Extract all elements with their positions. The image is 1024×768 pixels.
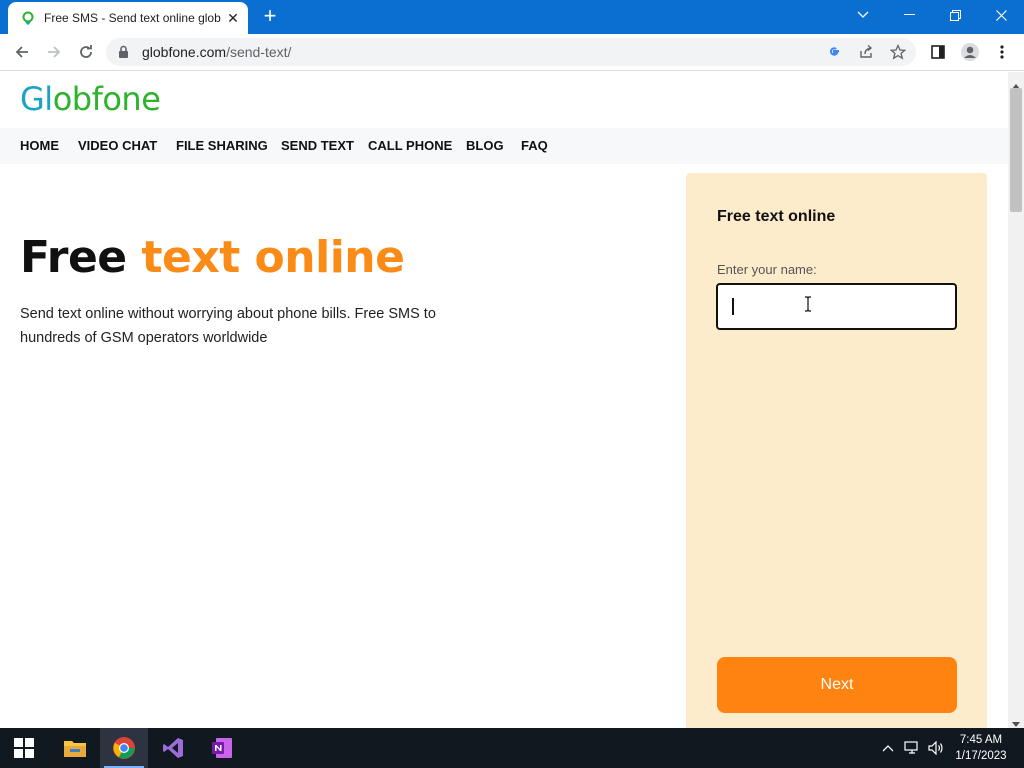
- globfone-favicon-icon: [21, 11, 35, 26]
- site-nav: HOME VIDEO CHAT FILE SHARING SEND TEXT C…: [0, 128, 1008, 164]
- browser-menu-button[interactable]: [990, 40, 1014, 64]
- hero-title-word2: text online: [141, 232, 405, 283]
- start-button[interactable]: [0, 728, 48, 768]
- address-bar[interactable]: globfone.com/send-text/: [106, 38, 916, 66]
- chevron-down-icon: [857, 11, 869, 18]
- kebab-menu-icon: [1000, 45, 1004, 59]
- browser-toolbar: globfone.com/send-text/: [0, 34, 1024, 71]
- tab-title: Free SMS - Send text online glob: [44, 11, 221, 25]
- chrome-icon: [113, 737, 135, 759]
- windows-taskbar: 7:45 AM 1/17/2023: [0, 728, 1024, 768]
- new-tab-button[interactable]: +: [258, 5, 282, 29]
- side-panel-button[interactable]: [926, 40, 950, 64]
- profile-button[interactable]: [958, 40, 982, 64]
- hero-title: Free text online: [20, 232, 405, 283]
- minimize-button[interactable]: [886, 0, 932, 30]
- clock-date: 1/17/2023: [955, 750, 1007, 762]
- page-scrollbar[interactable]: [1008, 72, 1024, 728]
- browser-titlebar: Free SMS - Send text online glob ✕ +: [0, 0, 1024, 34]
- folder-icon: [64, 741, 86, 757]
- hero-title-word1: Free: [20, 232, 127, 283]
- close-icon: [995, 9, 1007, 21]
- globfone-logo[interactable]: Globfone: [20, 80, 161, 118]
- nav-file-sharing[interactable]: FILE SHARING: [176, 138, 268, 153]
- tab-close-icon[interactable]: ✕: [224, 9, 242, 27]
- show-hidden-icons-icon[interactable]: [880, 740, 896, 756]
- logo-text-part2: o: [52, 80, 73, 118]
- forward-button[interactable]: [41, 39, 67, 65]
- url-path: /send-text/: [226, 44, 292, 60]
- url-text[interactable]: globfone.com/send-text/: [142, 44, 291, 60]
- nav-send-text[interactable]: SEND TEXT: [281, 138, 354, 153]
- scroll-up-icon[interactable]: [1012, 76, 1020, 89]
- minimize-icon: [903, 14, 915, 15]
- taskbar-clock[interactable]: 7:45 AM 1/17/2023: [952, 732, 1010, 764]
- text-cursor-icon: [804, 296, 812, 317]
- reload-icon: [80, 45, 92, 58]
- taskbar-visual-studio[interactable]: [149, 728, 197, 768]
- restore-button[interactable]: [932, 0, 978, 30]
- share-icon[interactable]: [858, 44, 874, 60]
- bookmark-star-icon[interactable]: [890, 44, 906, 60]
- network-icon[interactable]: [904, 740, 920, 756]
- nav-blog[interactable]: BLOG: [466, 138, 504, 153]
- logo-text-part1: Gl: [20, 80, 53, 118]
- visual-studio-icon: [163, 738, 183, 758]
- taskbar-onenote[interactable]: [198, 728, 246, 768]
- browser-tab[interactable]: Free SMS - Send text online glob ✕: [8, 2, 248, 34]
- google-translate-icon[interactable]: [826, 44, 842, 60]
- text-caret: [732, 298, 734, 315]
- clock-time: 7:45 AM: [959, 734, 1003, 746]
- nav-video-chat[interactable]: VIDEO CHAT: [78, 138, 157, 153]
- logo-text-part3: bfone: [71, 80, 161, 118]
- form-title: Free text online: [717, 208, 836, 225]
- close-window-button[interactable]: [978, 0, 1024, 30]
- scroll-down-icon[interactable]: [1012, 715, 1020, 727]
- arrow-left-icon: [15, 46, 28, 58]
- lock-icon[interactable]: [118, 45, 129, 64]
- nav-faq[interactable]: FAQ: [521, 138, 548, 153]
- windows-logo-icon: [14, 738, 34, 758]
- reload-button[interactable]: [73, 39, 99, 65]
- name-label: Enter your name:: [717, 262, 817, 277]
- url-host: globfone.com: [142, 44, 227, 60]
- volume-icon[interactable]: [928, 740, 944, 756]
- hero-description: Send text online without worrying about …: [20, 306, 436, 346]
- next-button[interactable]: Next: [717, 657, 957, 713]
- arrow-right-icon: [48, 46, 61, 58]
- onenote-icon: [212, 738, 232, 758]
- back-button[interactable]: [9, 39, 35, 65]
- send-text-form-card: Free text online Enter your name: Next: [686, 173, 987, 728]
- restore-icon: [949, 9, 961, 21]
- side-panel-icon: [931, 45, 945, 59]
- tab-search-button[interactable]: [840, 0, 886, 30]
- taskbar-chrome[interactable]: [100, 728, 148, 768]
- profile-avatar-icon: [961, 43, 979, 61]
- taskbar-file-explorer[interactable]: [51, 728, 99, 768]
- name-input[interactable]: [716, 283, 957, 330]
- nav-home[interactable]: HOME: [20, 138, 59, 153]
- nav-call-phone[interactable]: CALL PHONE: [368, 138, 452, 153]
- scrollbar-thumb[interactable]: [1010, 88, 1022, 212]
- web-page: Globfone HOME VIDEO CHAT FILE SHARING SE…: [0, 72, 1008, 728]
